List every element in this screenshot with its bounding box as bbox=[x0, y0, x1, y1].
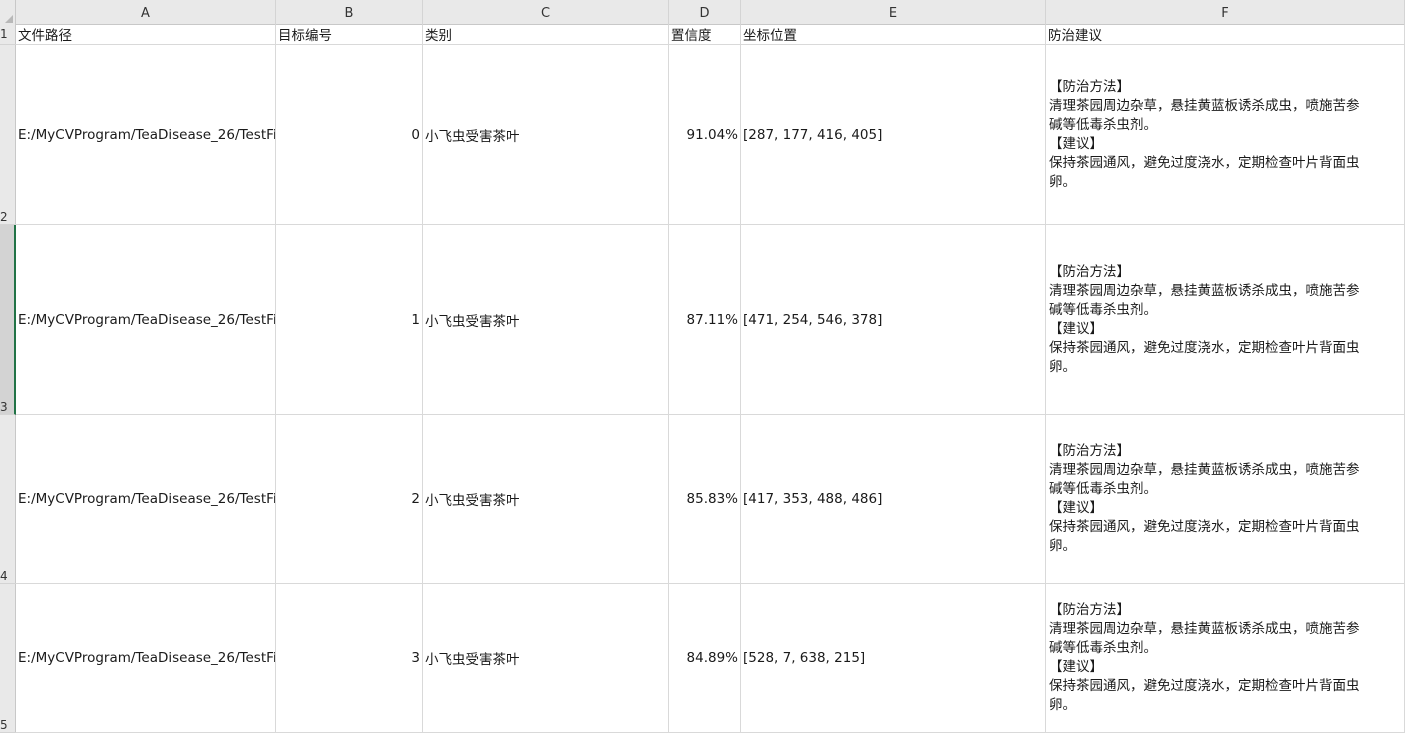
cell-file-path[interactable]: E:/MyCVProgram/TeaDisease_26/TestFi bbox=[16, 415, 276, 583]
advice-method-line: 清理茶园周边杂草，悬挂黄蓝板诱杀成虫，喷施苦参 bbox=[1049, 462, 1360, 478]
row-header-3[interactable]: 3 bbox=[0, 225, 16, 415]
cell-confidence[interactable]: 91.04% bbox=[669, 45, 741, 224]
cell-grid: 文件路径 目标编号 类别 置信度 坐标位置 防治建议 E:/MyCVProgra… bbox=[16, 25, 1405, 733]
header-cell-advice[interactable]: 防治建议 bbox=[1046, 25, 1405, 44]
cell-target-id[interactable]: 2 bbox=[276, 415, 423, 583]
header-cell-category[interactable]: 类别 bbox=[423, 25, 669, 44]
row-header-5[interactable]: 5 bbox=[0, 584, 16, 733]
advice-method-line: 清理茶园周边杂草，悬挂黄蓝板诱杀成虫，喷施苦参 bbox=[1049, 282, 1360, 299]
cell-coordinates[interactable]: [471, 254, 546, 378] bbox=[741, 225, 1046, 414]
cell-file-path[interactable]: E:/MyCVProgram/TeaDisease_26/TestFi bbox=[16, 225, 276, 414]
advice-suggest-title: 【建议】 bbox=[1049, 659, 1103, 675]
advice-method-line: 碱等低毒杀虫剂。 bbox=[1049, 481, 1157, 497]
table-row: E:/MyCVProgram/TeaDisease_26/TestFi 0 小飞… bbox=[16, 45, 1405, 225]
advice-suggest-line: 保持茶园通风，避免过度浇水，定期检查叶片背面虫 bbox=[1049, 339, 1360, 356]
advice-method-title: 【防治方法】 bbox=[1049, 263, 1130, 280]
advice-suggest-line: 卵。 bbox=[1049, 538, 1076, 554]
cell-advice[interactable]: 【防治方法】 清理茶园周边杂草，悬挂黄蓝板诱杀成虫，喷施苦参 碱等低毒杀虫剂。 … bbox=[1046, 415, 1405, 583]
advice-suggest-line: 保持茶园通风，避免过度浇水，定期检查叶片背面虫 bbox=[1049, 519, 1360, 535]
cell-coordinates[interactable]: [417, 353, 488, 486] bbox=[741, 415, 1046, 583]
table-header-row: 文件路径 目标编号 类别 置信度 坐标位置 防治建议 bbox=[16, 25, 1405, 45]
cell-category[interactable]: 小飞虫受害茶叶 bbox=[423, 584, 669, 732]
column-header-a[interactable]: A bbox=[16, 0, 276, 25]
advice-method-line: 清理茶园周边杂草，悬挂黄蓝板诱杀成虫，喷施苦参 bbox=[1049, 97, 1360, 114]
cell-category[interactable]: 小飞虫受害茶叶 bbox=[423, 45, 669, 224]
cell-target-id[interactable]: 0 bbox=[276, 45, 423, 224]
table-row: E:/MyCVProgram/TeaDisease_26/TestFi 2 小飞… bbox=[16, 415, 1405, 584]
header-cell-target-id[interactable]: 目标编号 bbox=[276, 25, 423, 44]
cell-confidence[interactable]: 87.11% bbox=[669, 225, 741, 414]
advice-suggest-line: 保持茶园通风，避免过度浇水，定期检查叶片背面虫 bbox=[1049, 678, 1360, 694]
cell-category[interactable]: 小飞虫受害茶叶 bbox=[423, 415, 669, 583]
advice-method-line: 碱等低毒杀虫剂。 bbox=[1049, 301, 1157, 318]
cell-target-id[interactable]: 3 bbox=[276, 584, 423, 732]
column-header-e[interactable]: E bbox=[741, 0, 1046, 25]
cell-coordinates[interactable]: [287, 177, 416, 405] bbox=[741, 45, 1046, 224]
row-header-2[interactable]: 2 bbox=[0, 45, 16, 225]
cell-advice[interactable]: 【防治方法】 清理茶园周边杂草，悬挂黄蓝板诱杀成虫，喷施苦参 碱等低毒杀虫剂。 … bbox=[1046, 225, 1405, 414]
advice-suggest-title: 【建议】 bbox=[1049, 320, 1103, 337]
cell-confidence[interactable]: 85.83% bbox=[669, 415, 741, 583]
advice-suggest-line: 卵。 bbox=[1049, 697, 1076, 713]
column-header-bar: A B C D E F bbox=[0, 0, 1405, 25]
advice-suggest-line: 保持茶园通风，避免过度浇水，定期检查叶片背面虫 bbox=[1049, 154, 1360, 171]
row-header-1[interactable]: 1 bbox=[0, 25, 16, 45]
advice-suggest-line: 卵。 bbox=[1049, 173, 1076, 190]
table-row: E:/MyCVProgram/TeaDisease_26/TestFi 3 小飞… bbox=[16, 584, 1405, 733]
header-cell-file-path[interactable]: 文件路径 bbox=[16, 25, 276, 44]
cell-category[interactable]: 小飞虫受害茶叶 bbox=[423, 225, 669, 414]
advice-method-title: 【防治方法】 bbox=[1049, 443, 1130, 459]
cell-confidence[interactable]: 84.89% bbox=[669, 584, 741, 732]
advice-suggest-title: 【建议】 bbox=[1049, 135, 1103, 152]
header-cell-confidence[interactable]: 置信度 bbox=[669, 25, 741, 44]
cell-file-path[interactable]: E:/MyCVProgram/TeaDisease_26/TestFi bbox=[16, 45, 276, 224]
spreadsheet: A B C D E F 1 2 3 4 5 文件路径 目标编号 类别 置信度 坐… bbox=[0, 0, 1405, 733]
advice-suggest-line: 卵。 bbox=[1049, 358, 1076, 375]
cell-advice[interactable]: 【防治方法】 清理茶园周边杂草，悬挂黄蓝板诱杀成虫，喷施苦参 碱等低毒杀虫剂。 … bbox=[1046, 45, 1405, 224]
select-all-corner[interactable] bbox=[0, 0, 16, 25]
column-header-c[interactable]: C bbox=[423, 0, 669, 25]
cell-target-id[interactable]: 1 bbox=[276, 225, 423, 414]
row-header-bar: 1 2 3 4 5 bbox=[0, 25, 16, 733]
table-row: E:/MyCVProgram/TeaDisease_26/TestFi 1 小飞… bbox=[16, 225, 1405, 415]
column-header-d[interactable]: D bbox=[669, 0, 741, 25]
advice-suggest-title: 【建议】 bbox=[1049, 500, 1103, 516]
cell-file-path[interactable]: E:/MyCVProgram/TeaDisease_26/TestFi bbox=[16, 584, 276, 732]
advice-method-title: 【防治方法】 bbox=[1049, 602, 1130, 618]
column-header-f[interactable]: F bbox=[1046, 0, 1405, 25]
column-header-b[interactable]: B bbox=[276, 0, 423, 25]
row-header-4[interactable]: 4 bbox=[0, 415, 16, 584]
advice-method-line: 清理茶园周边杂草，悬挂黄蓝板诱杀成虫，喷施苦参 bbox=[1049, 621, 1360, 637]
header-cell-coordinates[interactable]: 坐标位置 bbox=[741, 25, 1046, 44]
cell-coordinates[interactable]: [528, 7, 638, 215] bbox=[741, 584, 1046, 732]
cell-advice[interactable]: 【防治方法】 清理茶园周边杂草，悬挂黄蓝板诱杀成虫，喷施苦参 碱等低毒杀虫剂。 … bbox=[1046, 584, 1405, 732]
advice-method-line: 碱等低毒杀虫剂。 bbox=[1049, 116, 1157, 133]
advice-method-title: 【防治方法】 bbox=[1049, 78, 1130, 95]
advice-method-line: 碱等低毒杀虫剂。 bbox=[1049, 640, 1157, 656]
